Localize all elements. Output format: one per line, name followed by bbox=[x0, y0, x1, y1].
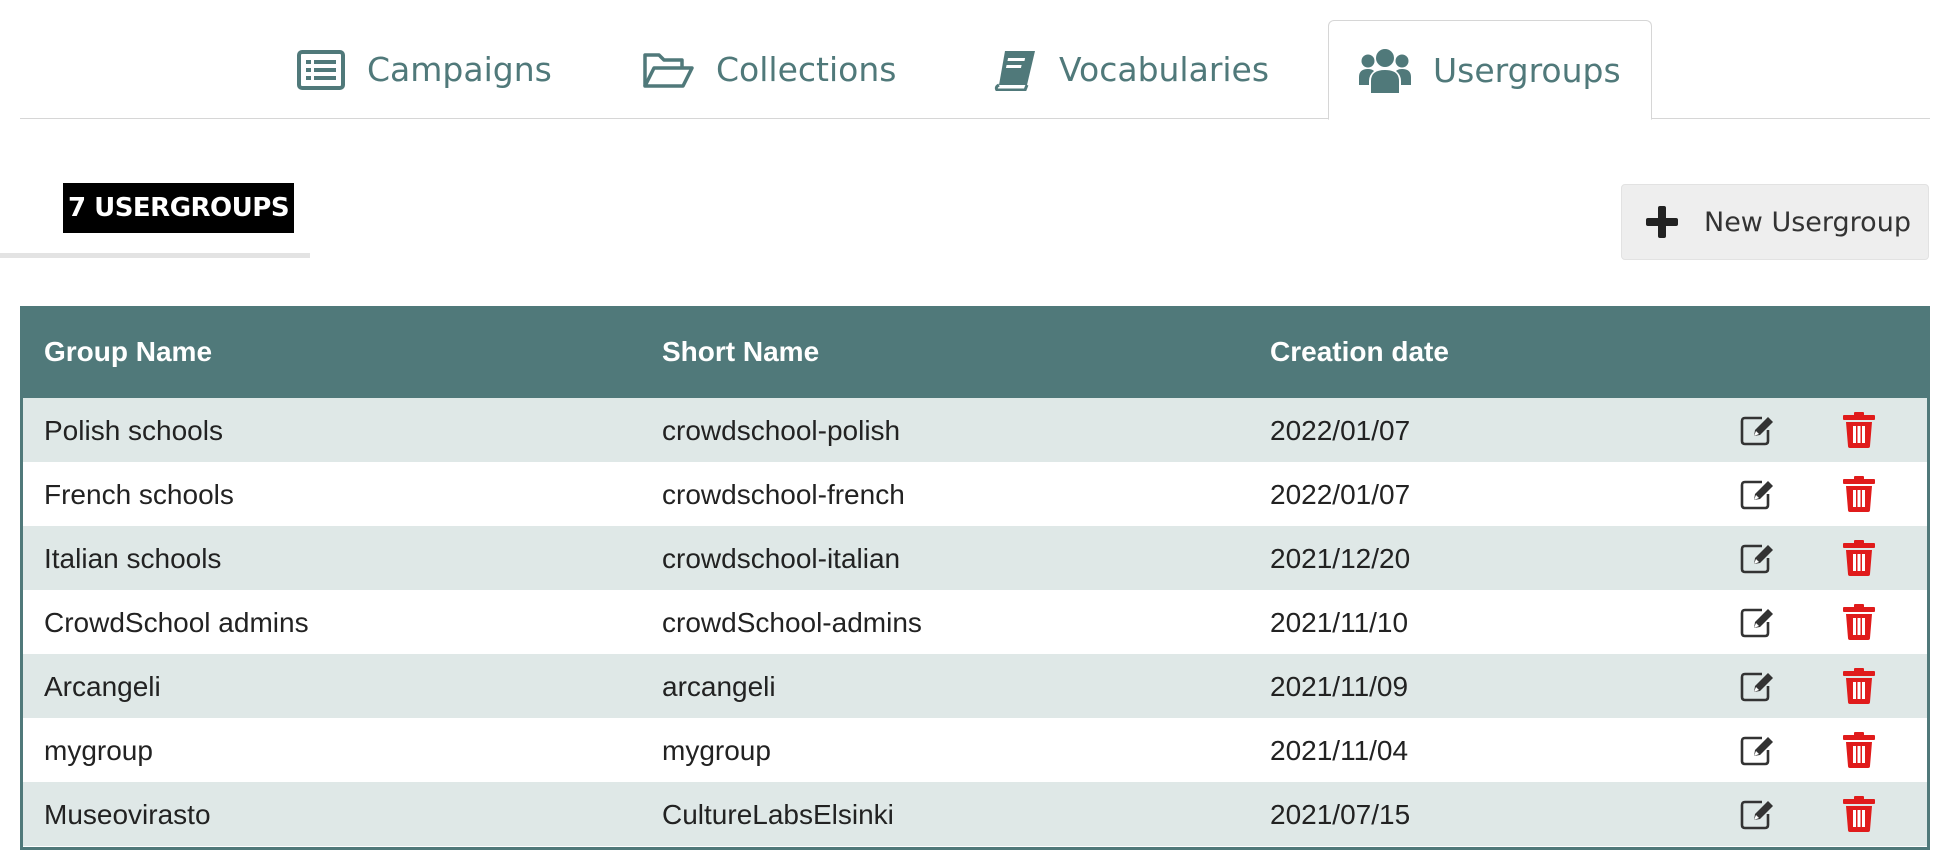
creation-date-cell: 2021/11/04 bbox=[1270, 735, 1409, 766]
list-icon bbox=[297, 49, 345, 90]
column-header-short-name[interactable]: Short Name bbox=[662, 336, 819, 368]
new-usergroup-button[interactable]: New Usergroup bbox=[1621, 184, 1929, 260]
folder-open-icon bbox=[642, 50, 694, 90]
group-name-cell: Arcangeli bbox=[44, 671, 161, 702]
trash-icon[interactable] bbox=[1843, 668, 1875, 704]
creation-date-cell: 2022/01/07 bbox=[1270, 415, 1411, 446]
tab-label: Vocabularies bbox=[1059, 50, 1270, 89]
group-name-cell: Museovirasto bbox=[44, 799, 211, 830]
tab-vocabularies[interactable]: Vocabularies bbox=[993, 20, 1269, 119]
creation-date-cell: 2021/07/15 bbox=[1270, 799, 1411, 830]
tab-label: Usergroups bbox=[1433, 50, 1621, 90]
table-row: Museovirasto CultureLabsElsinki 2021/07/15 bbox=[23, 782, 1927, 846]
table-row: Italian schools crowdschool-italian 2021/1… bbox=[23, 526, 1927, 590]
group-name-cell: mygroup bbox=[44, 735, 153, 766]
tab-campaigns[interactable]: Campaigns bbox=[297, 20, 552, 119]
group-name-cell: Polish schools bbox=[44, 415, 223, 446]
group-name-cell: CrowdSchool admins bbox=[44, 607, 309, 638]
tab-bar: Campaigns Collections Vocabularies Userg… bbox=[20, 0, 1930, 120]
short-name-cell: crowdschool-italian bbox=[662, 543, 901, 574]
table-row: French schools crowdschool-french 2022/01/… bbox=[23, 462, 1927, 526]
group-name-cell: Italian schools bbox=[44, 543, 222, 574]
table-row: CrowdSchool admins crowdSchool-admins 2021… bbox=[23, 590, 1927, 654]
tab-collections[interactable]: Collections bbox=[642, 20, 896, 119]
table-body: Polish schools crowdschool-polish 2022/01/… bbox=[23, 398, 1927, 846]
usergroup-count-area: 7 USERGROUPS bbox=[0, 183, 310, 258]
short-name-cell: arcangeli bbox=[662, 671, 776, 702]
column-header-group-name[interactable]: Group Name bbox=[44, 336, 212, 368]
trash-icon[interactable] bbox=[1843, 412, 1875, 448]
tab-label: Campaigns bbox=[367, 50, 552, 89]
trash-icon[interactable] bbox=[1843, 540, 1875, 576]
plus-icon bbox=[1646, 206, 1678, 238]
creation-date-cell: 2021/12/20 bbox=[1270, 543, 1411, 574]
short-name-cell: crowdschool-polish bbox=[662, 415, 901, 446]
table-row: Polish schools crowdschool-polish 2022/01/… bbox=[23, 398, 1927, 462]
book-icon bbox=[993, 49, 1037, 91]
column-header-creation-date[interactable]: Creation date bbox=[1270, 336, 1449, 368]
trash-icon[interactable] bbox=[1843, 796, 1875, 832]
edit-icon[interactable] bbox=[1740, 414, 1774, 446]
trash-icon[interactable] bbox=[1843, 476, 1875, 512]
group-name-cell: French schools bbox=[44, 479, 234, 510]
short-name-cell: crowdSchool-admins bbox=[662, 607, 922, 638]
short-name-cell: CultureLabsElsinki bbox=[662, 799, 894, 830]
creation-date-cell: 2021/11/10 bbox=[1270, 607, 1409, 638]
table-row: Arcangeli arcangeli 2021/11/09 bbox=[23, 654, 1927, 718]
table-header: Group Name Short Name Creation date bbox=[23, 306, 1927, 398]
edit-icon[interactable] bbox=[1740, 542, 1774, 574]
new-usergroup-label: New Usergroup bbox=[1704, 206, 1911, 238]
creation-date-cell: 2022/01/07 bbox=[1270, 479, 1411, 510]
usergroups-table: Group Name Short Name Creation date Poli… bbox=[20, 306, 1930, 850]
edit-icon[interactable] bbox=[1740, 734, 1774, 766]
creation-date-cell: 2021/11/09 bbox=[1270, 671, 1409, 702]
tab-label: Collections bbox=[716, 50, 897, 89]
usergroup-count-badge: 7 USERGROUPS bbox=[63, 183, 294, 233]
edit-icon[interactable] bbox=[1740, 670, 1774, 702]
table-row: mygroup mygroup 2021/11/04 bbox=[23, 718, 1927, 782]
trash-icon[interactable] bbox=[1843, 732, 1875, 768]
short-name-cell: mygroup bbox=[662, 735, 771, 766]
edit-icon[interactable] bbox=[1740, 478, 1774, 510]
users-icon bbox=[1359, 47, 1411, 93]
short-name-cell: crowdschool-french bbox=[662, 479, 905, 510]
edit-icon[interactable] bbox=[1740, 606, 1774, 638]
tab-usergroups[interactable]: Usergroups bbox=[1328, 20, 1652, 120]
trash-icon[interactable] bbox=[1843, 604, 1875, 640]
edit-icon[interactable] bbox=[1740, 798, 1774, 830]
